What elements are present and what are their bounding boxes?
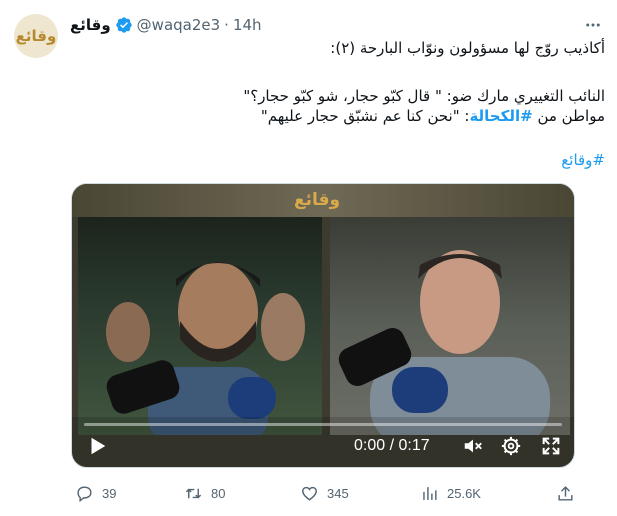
play-icon[interactable] — [86, 435, 108, 457]
heart-icon — [302, 486, 317, 501]
share-icon — [558, 485, 573, 501]
video-player[interactable]: وقائع 0:00 / 0:17 — [71, 183, 575, 468]
like-button[interactable]: 345 — [300, 482, 349, 504]
author-handle[interactable]: @waqa2e3 — [137, 16, 221, 34]
avatar-text: وقائع — [15, 27, 57, 45]
reply-icon — [77, 485, 92, 502]
view-count: 25.6K — [447, 485, 481, 501]
like-count: 345 — [327, 485, 349, 501]
video-scrubber[interactable] — [84, 423, 562, 426]
video-brand-logo: وقائع — [294, 190, 341, 210]
tweet-actions: 39 80 345 25.6K — [70, 482, 580, 506]
footer-hashtag-link[interactable]: #وقائع — [561, 151, 605, 169]
verified-badge-icon — [115, 17, 132, 33]
reply-count: 39 — [102, 485, 117, 501]
share-button[interactable] — [556, 482, 575, 504]
video-time: 0:00 / 0:17 — [354, 437, 430, 454]
meta-separator: · — [224, 16, 229, 34]
avatar[interactable]: وقائع — [14, 14, 58, 58]
ellipsis-icon — [586, 23, 600, 27]
person-left-figure — [106, 262, 305, 435]
reply-button[interactable]: 39 — [75, 482, 116, 504]
author-name[interactable]: وقائع — [70, 16, 111, 34]
repost-count: 80 — [211, 485, 226, 501]
tweet-line-1: أكاذيب روّج لها مسؤولون ونوّاب البارحة (… — [330, 39, 605, 57]
more-options-icon[interactable] — [582, 14, 604, 36]
person-right-figure — [338, 250, 550, 435]
repost-button[interactable]: 80 — [184, 482, 225, 504]
views-chart-icon — [423, 486, 437, 500]
post-time[interactable]: 14h — [233, 16, 262, 34]
video-controls: 0:00 / 0:17 — [72, 417, 574, 467]
fullscreen-icon[interactable] — [540, 435, 562, 457]
video-frame-right — [330, 217, 570, 435]
tweet-line-2: النائب التغييري مارك ضو: " قال كبّو حجار… — [243, 87, 605, 105]
hashtag-link[interactable]: #الكحالة — [469, 107, 532, 125]
settings-gear-icon[interactable] — [500, 435, 522, 457]
tweet-footer-hashtag: #وقائع — [70, 150, 605, 170]
tweet-header: وقائع @waqa2e3 · 14h — [70, 14, 262, 36]
tweet-line-3-prefix: مواطن من — [532, 107, 605, 125]
tweet-line-3-suffix: : "نحن كنا عم نشبّق حجار عليهم" — [260, 107, 470, 125]
views-button[interactable]: 25.6K — [420, 482, 481, 504]
repost-icon — [185, 488, 202, 498]
mute-icon[interactable] — [462, 435, 484, 457]
tweet-line-3: مواطن من #الكحالة: "نحن كنا عم نشبّق حجا… — [70, 106, 605, 126]
video-frame-left — [78, 217, 322, 435]
